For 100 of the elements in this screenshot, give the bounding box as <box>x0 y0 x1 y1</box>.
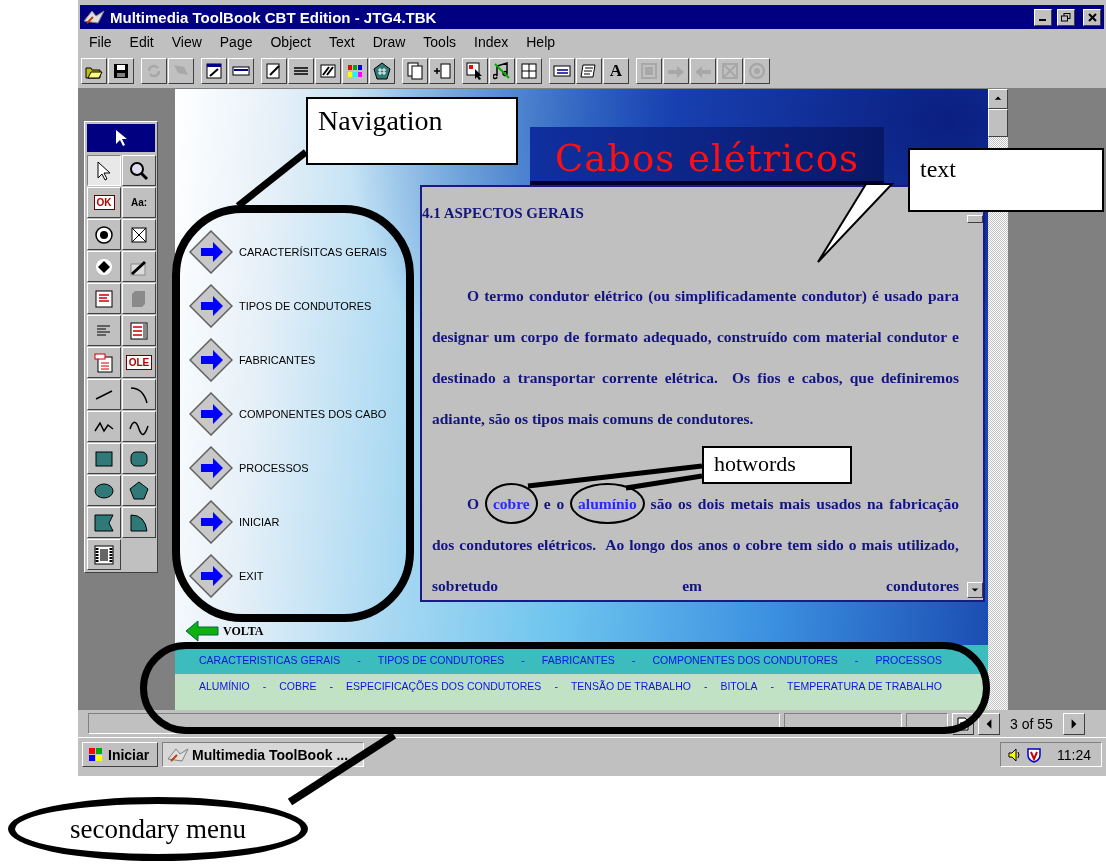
menu-link[interactable]: TIPOS DE CONDUTORES <box>377 653 505 666</box>
script-tool-icon <box>580 62 598 80</box>
shield-icon[interactable] <box>1027 746 1041 763</box>
previous-page-button[interactable] <box>978 712 1000 735</box>
menu-item[interactable]: Text <box>319 33 364 50</box>
music-tool-icon <box>493 62 511 80</box>
restore-button[interactable] <box>1057 8 1075 26</box>
up-arrow-icon <box>994 95 1002 103</box>
menu-link[interactable]: COBRE <box>279 680 317 692</box>
toolbar-button[interactable] <box>315 58 341 84</box>
toolbar-button[interactable] <box>342 58 368 84</box>
menu-link[interactable]: ALUMÍNIO <box>199 680 250 692</box>
palette-tool[interactable]: OK <box>87 187 121 218</box>
menu-link[interactable]: CARACTERISTICAS GERAIS <box>199 653 341 666</box>
menu-separator: - <box>329 680 334 692</box>
back-button[interactable]: VOLTA <box>185 620 264 642</box>
toolbar-button[interactable] <box>549 58 575 84</box>
scroll-down-button[interactable] <box>967 582 983 598</box>
toolbar-button[interactable] <box>516 58 542 84</box>
menu-item[interactable]: Index <box>465 33 518 50</box>
menu-link[interactable]: BITOLA <box>720 680 758 692</box>
scroll-thumb[interactable] <box>988 109 1008 137</box>
list-tool-icon <box>553 62 571 80</box>
back-arrow-icon <box>185 620 219 642</box>
toolbar-button[interactable] <box>201 58 227 84</box>
menu-link[interactable]: PROCESSOS <box>875 653 942 666</box>
diamond-arrow-icon <box>189 284 233 328</box>
start-button[interactable]: Iniciar <box>82 742 158 767</box>
toolbar-button[interactable] <box>429 58 455 84</box>
section-heading: 4.1 ASPECTOS GERAIS <box>422 204 585 223</box>
toolbar-button[interactable] <box>81 58 107 84</box>
menu-link[interactable]: TENSÃO DE TRABALHO <box>570 680 691 692</box>
polygon-tool-icon <box>128 479 150 502</box>
speaker-icon[interactable] <box>1007 746 1023 763</box>
save-tool-icon <box>112 62 130 80</box>
textfield-tool-icon <box>93 287 115 310</box>
menu-item[interactable]: Object <box>261 33 320 50</box>
windows-flag-icon <box>87 746 105 763</box>
toolbar-button[interactable] <box>462 58 488 84</box>
toolbar-button[interactable] <box>288 58 314 84</box>
nav-button[interactable]: EXIT <box>189 554 264 598</box>
toolbar-button[interactable] <box>369 58 395 84</box>
callout-box: hotwords <box>702 446 852 484</box>
toolbar-button[interactable] <box>402 58 428 84</box>
paragraph: O cobre e o alumínio são os dois metais mais usados na fabricação dos condutores elétricos. Ao longo dos anos o cobre tem sido o mais utilizado, sobretudo em condutores <box>432 483 959 600</box>
nav-button[interactable]: FABRICANTES <box>189 338 316 382</box>
page-tool-icon <box>406 62 424 80</box>
app-icon <box>83 9 105 25</box>
menu-item[interactable]: Tools <box>414 33 465 50</box>
toolbar-button[interactable]: A <box>603 58 629 84</box>
menu-link[interactable]: FABRICANTES <box>541 653 615 666</box>
page-counter: 3 of 55 <box>1009 715 1054 732</box>
combo-tool-icon <box>128 319 150 342</box>
menu-item[interactable]: File <box>80 33 121 50</box>
palette-tool[interactable]: Aa: <box>122 187 156 218</box>
pentagon-tool-icon <box>373 62 391 80</box>
toolbar-button[interactable] <box>228 58 254 84</box>
nav-button[interactable]: COMPONENTES DOS CABO <box>189 392 387 436</box>
menu-link[interactable]: ESPECIFICAÇÕES DOS CONDUTORES <box>346 680 542 692</box>
nav-button[interactable]: INICIAR <box>189 500 280 544</box>
palette-tool[interactable] <box>87 155 121 186</box>
diamond-arrow-icon <box>189 392 233 436</box>
menu-item[interactable]: Page <box>210 33 262 50</box>
frame-tool-icon <box>640 62 658 80</box>
taskbar-app-button[interactable]: Multimedia ToolBook ... <box>162 742 364 767</box>
menu-item[interactable]: View <box>162 33 211 50</box>
nav-button[interactable]: TIPOS DE CONDUTORES <box>189 284 372 328</box>
diamond-arrow-icon <box>189 230 233 274</box>
nav-button[interactable]: CARACTERÍSITCAS GERAIS <box>189 230 387 274</box>
down-arrow-icon <box>971 586 979 594</box>
newpage-tool-icon <box>433 62 451 80</box>
circle-tool-icon <box>748 62 766 80</box>
menu-separator: - <box>554 680 558 692</box>
menu-separator: - <box>357 653 361 666</box>
toolbar-button[interactable] <box>576 58 602 84</box>
app-icon <box>167 746 189 763</box>
toolbar-button[interactable] <box>108 58 134 84</box>
diamond-arrow-icon <box>189 338 233 382</box>
toolbar-button[interactable] <box>261 58 287 84</box>
hotword-link[interactable]: cobre <box>485 483 538 524</box>
irregular-tool-icon <box>93 511 115 534</box>
cursor-tool-icon <box>466 62 484 80</box>
menu-link[interactable]: TEMPERATURA DE TRABALHO <box>787 680 942 692</box>
menu-item[interactable]: Edit <box>120 33 163 50</box>
menu-link[interactable]: COMPONENTES DOS CONDUTORES <box>652 653 838 666</box>
restore-icon <box>1061 12 1071 22</box>
hotword-link[interactable]: alumínio <box>570 483 645 524</box>
nav-button[interactable]: PROCESSOS <box>189 446 309 490</box>
menu-item[interactable]: Help <box>517 33 565 50</box>
scroll-thumb[interactable] <box>967 215 983 223</box>
minimize-button[interactable] <box>1034 8 1052 26</box>
scroll-up-button[interactable] <box>988 89 1008 109</box>
menu-separator: - <box>703 680 708 692</box>
next-page-button[interactable] <box>1062 712 1085 735</box>
toolbar-button[interactable] <box>489 58 515 84</box>
video-tool-icon <box>93 543 115 566</box>
palette-tool[interactable]: OLE <box>122 347 156 378</box>
menu-item[interactable]: Draw <box>363 33 415 50</box>
close-button[interactable] <box>1083 8 1101 26</box>
callout-ellipse: secondary menu <box>8 797 308 861</box>
